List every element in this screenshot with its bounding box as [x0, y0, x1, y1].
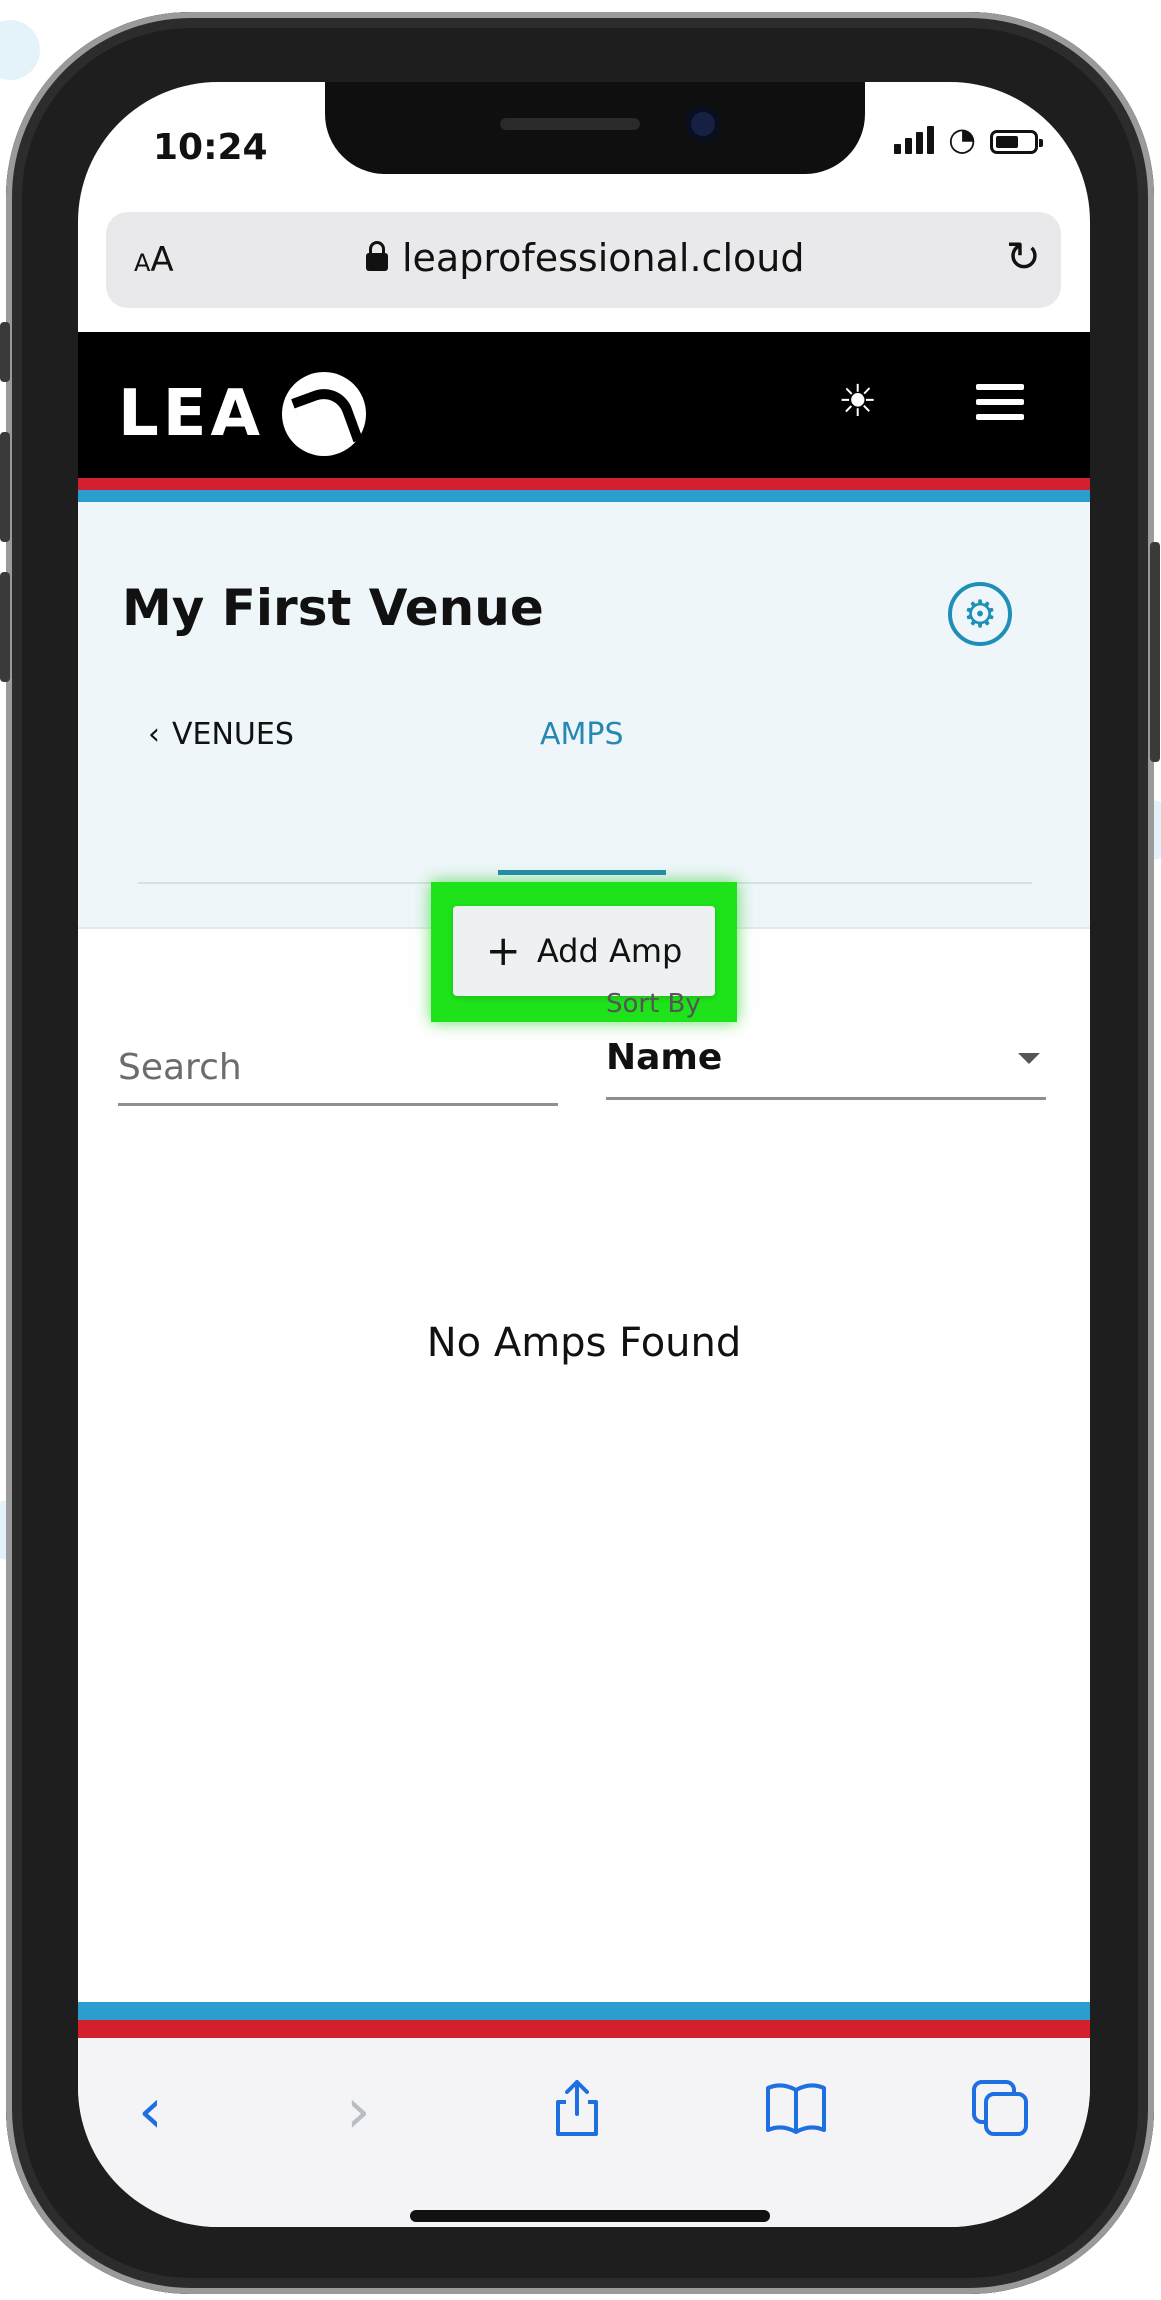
add-amp-label: Add Amp — [536, 932, 683, 970]
footer-stripe-red — [78, 2020, 1090, 2038]
venue-settings-button[interactable]: ⚙ — [948, 582, 1012, 646]
phone-frame: 10:24 ◔ AA leaprofessional.cloud ↻ LEA ☀… — [0, 12, 1160, 2294]
sort-value: Name — [606, 1037, 723, 1078]
lightbulb-icon[interactable]: ☀ — [838, 376, 877, 427]
venue-panel: My First Venue ⚙ ‹ VENUES AMPS — [78, 502, 1090, 929]
back-arrow-icon[interactable]: ‹ — [138, 2074, 163, 2147]
text-size-button[interactable]: AA — [134, 240, 174, 280]
bookmarks-icon[interactable] — [764, 2080, 828, 2136]
phone-notch — [325, 82, 865, 174]
tabs-icon[interactable] — [970, 2078, 1030, 2138]
caret-down-icon — [1018, 1053, 1040, 1064]
hamburger-menu-icon[interactable] — [976, 384, 1024, 429]
address-bar[interactable]: AA leaprofessional.cloud ↻ — [106, 212, 1061, 308]
plus-icon: + — [485, 926, 521, 975]
share-icon[interactable] — [550, 2078, 604, 2138]
active-tab-indicator — [498, 870, 666, 875]
front-camera — [685, 106, 721, 142]
browser-toolbar: ‹ › — [78, 2038, 1090, 2227]
reload-icon[interactable]: ↻ — [1006, 232, 1041, 281]
background-decoration — [0, 20, 40, 80]
speaker-grille — [500, 118, 640, 130]
brand-logo[interactable]: LEA — [118, 372, 367, 456]
url-text: leaprofessional.cloud — [402, 236, 805, 280]
lock-icon — [366, 241, 388, 271]
wifi-icon: ◔ — [948, 120, 976, 158]
brand-wordmark: LEA — [118, 377, 265, 451]
add-amp-button[interactable]: + Add Amp — [453, 906, 715, 996]
battery-icon — [990, 130, 1043, 154]
brand-mark-icon — [282, 372, 367, 456]
footer-stripe-blue — [78, 2002, 1090, 2020]
forward-arrow-icon[interactable]: › — [346, 2074, 371, 2147]
cellular-signal-icon — [894, 124, 935, 154]
header-stripe-blue — [78, 490, 1090, 502]
sort-caption: Sort By — [606, 989, 701, 1019]
empty-state-message: No Amps Found — [426, 1320, 742, 1366]
header-stripe-red — [78, 478, 1090, 490]
phone-side-button — [1150, 542, 1160, 762]
phone-side-button — [0, 572, 10, 682]
home-indicator — [410, 2210, 770, 2222]
phone-side-button — [0, 322, 10, 382]
status-time: 10:24 — [153, 127, 268, 168]
sort-select[interactable]: Name — [606, 1037, 1046, 1100]
gear-icon: ⚙ — [962, 592, 998, 636]
chevron-left-icon: ‹ — [148, 717, 160, 752]
tab-venues[interactable]: ‹ VENUES — [148, 717, 294, 752]
app-header: LEA ☀ — [78, 332, 1090, 478]
tab-venues-label: VENUES — [172, 717, 294, 752]
phone-screen: 10:24 ◔ AA leaprofessional.cloud ↻ LEA ☀… — [78, 82, 1090, 2227]
page-title: My First Venue — [122, 579, 544, 637]
url-display[interactable]: leaprofessional.cloud — [366, 236, 804, 280]
status-icons: ◔ — [894, 120, 1043, 158]
search-input[interactable] — [118, 1037, 558, 1106]
tab-amps[interactable]: AMPS — [540, 717, 624, 752]
phone-side-button — [0, 432, 10, 542]
